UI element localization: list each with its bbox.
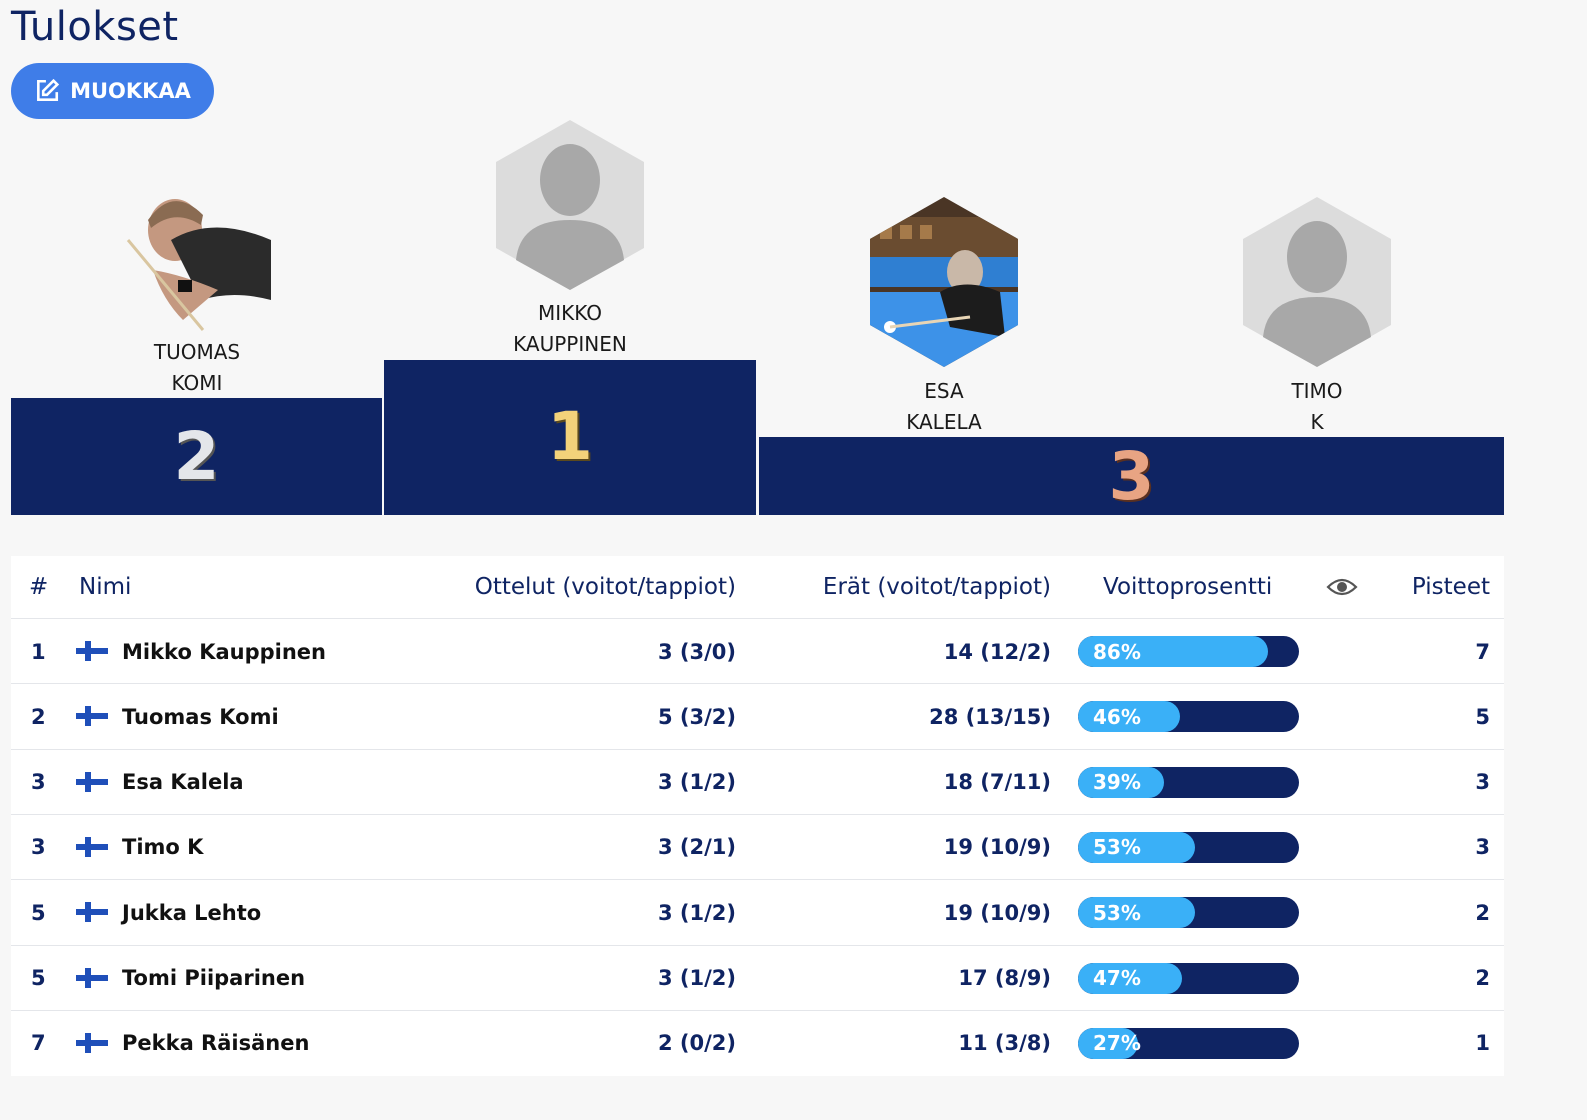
win-pct-fill: 53% (1078, 831, 1196, 863)
win-pct-bar: 46% (1078, 701, 1299, 733)
podium-last-name: K (1310, 410, 1324, 434)
row-matches: 3 (1/2) (657, 966, 736, 990)
podium-name-3b: TIMO K (1217, 376, 1417, 438)
finland-flag-icon (76, 836, 108, 857)
header-win-pct[interactable]: Voittoprosentti (1103, 556, 1272, 618)
row-matches: 3 (2/1) (657, 835, 736, 860)
row-frames: 18 (7/11) (943, 770, 1051, 795)
podium-rank: 2 (173, 418, 220, 495)
podium-block-1: 1 (384, 360, 756, 515)
row-frames: 14 (12/2) (943, 639, 1051, 664)
table-row[interactable]: 5 Jukka Lehto 3 (1/2) 19 (10/9) 53% 2 (11, 879, 1504, 944)
row-matches: 3 (1/2) (657, 900, 736, 925)
row-points: 3 (1475, 835, 1490, 860)
table-row[interactable]: 2 Tuomas Komi 5 (3/2) 28 (13/15) 46% 5 (11, 683, 1504, 748)
table-row[interactable]: 3 Timo K 3 (2/1) 19 (10/9) 53% 3 (11, 813, 1504, 880)
win-pct-fill: 53% (1078, 897, 1196, 929)
finland-flag-icon (76, 706, 108, 727)
row-rank: 2 (31, 704, 46, 729)
row-points: 3 (1475, 770, 1490, 795)
podium-block-2: 2 (11, 398, 382, 515)
row-frames: 19 (10/9) (943, 900, 1051, 925)
row-frames: 19 (10/9) (943, 835, 1051, 860)
row-rank: 1 (31, 639, 46, 664)
table-row[interactable]: 7 Pekka Räisänen 2 (0/2) 11 (3/8) 27% 1 (11, 1009, 1504, 1076)
header-name[interactable]: Nimi (79, 556, 131, 618)
podium-first-name: MIKKO (537, 301, 603, 325)
podium-name-3: ESA KALELA (844, 376, 1044, 438)
table-row[interactable]: 5 Tomi Piiparinen 3 (1/2) 17 (8/9) 47% 2 (11, 944, 1504, 1011)
finland-flag-icon (76, 967, 108, 988)
podium-rank: 3 (1108, 437, 1155, 515)
row-matches: 3 (3/0) (657, 639, 736, 664)
player-name[interactable]: Esa Kalela (122, 750, 244, 815)
avatar-photo (870, 197, 1018, 367)
player-name[interactable]: Pekka Räisänen (122, 1011, 309, 1076)
podium-block-3: 3 (759, 437, 1504, 515)
row-frames: 28 (13/15) (929, 704, 1051, 729)
row-points: 7 (1475, 639, 1490, 664)
row-rank: 3 (31, 770, 46, 795)
edit-icon (37, 78, 60, 101)
row-matches: 2 (0/2) (657, 1031, 736, 1056)
win-pct-fill: 47% (1078, 962, 1182, 994)
avatar-placeholder (1243, 197, 1391, 367)
header-points[interactable]: Pisteet (1391, 556, 1490, 618)
table-row[interactable]: 3 Esa Kalela 3 (1/2) 18 (7/11) 39% 3 (11, 748, 1504, 815)
row-rank: 3 (31, 835, 46, 860)
row-rank: 5 (31, 966, 46, 990)
avatar-placeholder (496, 120, 644, 290)
player-name[interactable]: Timo K (122, 815, 203, 880)
header-matches[interactable]: Ottelut (voitot/tappiot) (411, 556, 736, 618)
header-frames[interactable]: Erät (voitot/tappiot) (751, 556, 1051, 618)
row-frames: 17 (8/9) (958, 966, 1051, 990)
podium-first-name: ESA (924, 379, 964, 403)
win-pct-bar: 47% (1078, 962, 1299, 994)
player-name[interactable]: Tuomas Komi (122, 684, 279, 749)
win-pct-fill: 27% (1078, 1027, 1141, 1059)
table-row[interactable]: 1 Mikko Kauppinen 3 (3/0) 14 (12/2) 86% 7 (11, 618, 1504, 683)
win-pct-fill: 46% (1078, 701, 1180, 733)
win-pct-bar: 53% (1078, 831, 1299, 863)
row-points: 2 (1475, 966, 1490, 990)
header-rank: # (29, 574, 49, 600)
row-points: 5 (1475, 704, 1490, 729)
podium-rank: 1 (547, 398, 593, 475)
row-frames: 11 (3/8) (958, 1031, 1051, 1056)
win-pct-bar: 53% (1078, 897, 1299, 929)
player-name[interactable]: Tomi Piiparinen (122, 946, 305, 1011)
table-header: # Nimi Ottelut (voitot/tappiot) Erät (vo… (11, 556, 1504, 618)
row-matches: 3 (1/2) (657, 770, 736, 795)
win-pct-bar: 39% (1078, 766, 1299, 798)
row-points: 2 (1475, 900, 1490, 925)
podium-last-name: KAUPPINEN (513, 332, 627, 356)
podium-name-2: TUOMAS KOMI (97, 337, 297, 399)
avatar-photo (123, 180, 271, 350)
edit-button-label: MUOKKAA (70, 79, 191, 103)
podium-first-name: TIMO (1291, 379, 1343, 403)
win-pct-fill: 39% (1078, 766, 1165, 798)
eye-icon[interactable] (1326, 556, 1358, 618)
page-title: Tulokset (11, 4, 179, 50)
finland-flag-icon (76, 1032, 108, 1053)
win-pct-bar: 27% (1078, 1027, 1299, 1059)
edit-button[interactable]: MUOKKAA (11, 63, 214, 119)
win-pct-fill: 86% (1078, 636, 1269, 667)
row-rank: 5 (31, 900, 46, 925)
row-points: 1 (1475, 1031, 1490, 1056)
win-pct-bar: 86% (1078, 636, 1299, 667)
results-table: # Nimi Ottelut (voitot/tappiot) Erät (vo… (11, 556, 1504, 1076)
finland-flag-icon (76, 902, 108, 923)
podium-last-name: KOMI (171, 371, 223, 395)
player-name[interactable]: Mikko Kauppinen (122, 619, 326, 684)
finland-flag-icon (76, 641, 108, 661)
podium-name-1: MIKKO KAUPPINEN (470, 298, 670, 360)
finland-flag-icon (76, 771, 108, 792)
podium-last-name: KALELA (906, 410, 982, 434)
row-matches: 5 (3/2) (657, 704, 736, 729)
podium-first-name: TUOMAS (153, 340, 241, 364)
player-name[interactable]: Jukka Lehto (122, 880, 261, 945)
row-rank: 7 (31, 1031, 46, 1056)
